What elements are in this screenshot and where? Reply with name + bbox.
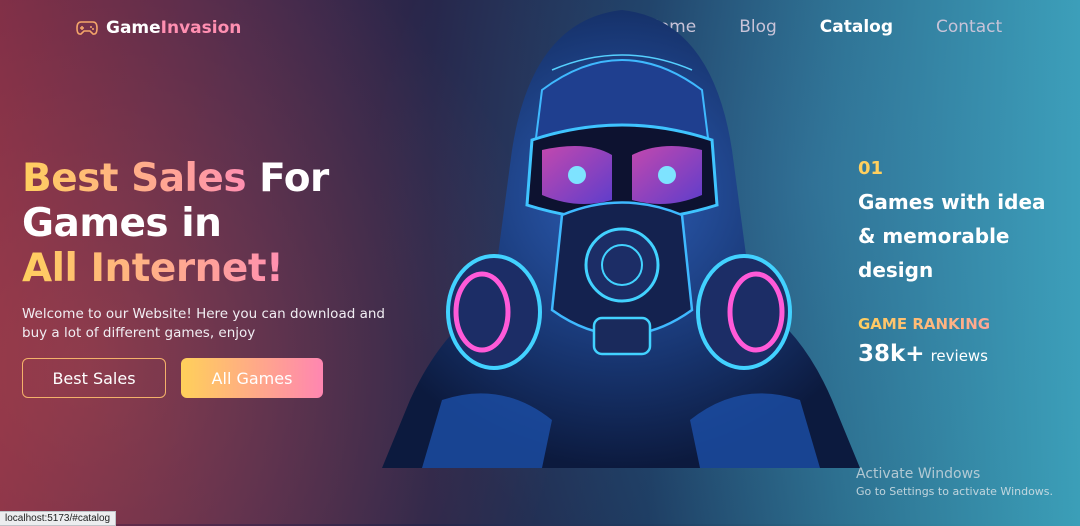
watermark-subtitle: Go to Settings to activate Windows. [856, 485, 1054, 498]
stat-headline: Games with idea & memorable design [858, 190, 1046, 282]
hero-title: Best Sales For Games in All Internet! [22, 156, 392, 291]
best-sales-button[interactable]: Best Sales [22, 358, 166, 398]
hero-buttons: Best Sales All Games [22, 358, 323, 398]
gamepad-icon [76, 20, 98, 36]
stat-number: 01 [858, 158, 884, 179]
ranking-count: 38k+ [858, 341, 925, 367]
hero-image [382, 0, 860, 468]
hero-title-highlight-2: All Internet! [22, 246, 284, 291]
watermark-title: Activate Windows [856, 466, 981, 482]
logo-text-game: Game [106, 18, 161, 38]
stats-panel: 01 Games with idea & memorable design GA… [858, 158, 1058, 367]
ranking-label: GAME RANKING [858, 315, 1058, 333]
logo-text-invasion: Invasion [160, 18, 242, 38]
windows-activation-watermark: Activate Windows Go to Settings to activ… [856, 466, 1053, 498]
all-games-button[interactable]: All Games [181, 358, 323, 398]
nav-contact[interactable]: Contact [936, 17, 1002, 37]
ranking-unit: reviews [930, 347, 988, 365]
hero-title-highlight-1: Best Sales [22, 156, 247, 201]
ranking: 38k+ reviews [858, 341, 1058, 367]
logo[interactable]: GameInvasion [76, 18, 241, 38]
hero-title-line2: Games in [22, 201, 222, 246]
hero-section: Best Sales For Games in All Internet! We… [22, 156, 392, 343]
hero-description: Welcome to our Website! Here you can dow… [22, 306, 385, 341]
hero-title-line1-rest: For [246, 156, 329, 201]
